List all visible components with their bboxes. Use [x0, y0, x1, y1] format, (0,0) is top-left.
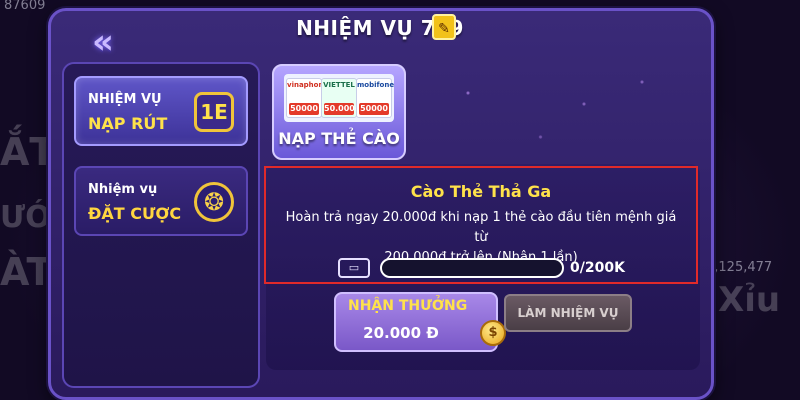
- progress-bar: [380, 258, 564, 278]
- phone-card: VIETTEL 50.000đ: [321, 78, 361, 118]
- progress-text: 0/200K: [570, 260, 625, 276]
- sidebar-item-label: Nhiệm vụ: [88, 182, 158, 197]
- jackpot-counter: 7,125,477: [706, 260, 773, 275]
- sparkle-decoration: [410, 60, 700, 170]
- reward-label: NHẬN THƯỞNG: [348, 298, 468, 314]
- coin-icon: $: [480, 320, 506, 346]
- sidebar-item-title: ĐẶT CƯỢC: [88, 204, 182, 223]
- tab-label: NẠP THẺ CÀO: [278, 129, 400, 148]
- card-hand-icon: ▭: [338, 258, 370, 278]
- scratch-cards-image: vinaphone 50000 VIETTEL 50.000đ mobifone…: [284, 74, 394, 122]
- mission-item: Cào Thẻ Thả Ga Hoàn trả ngay 20.000đ khi…: [264, 166, 698, 284]
- do-mission-button[interactable]: LÀM NHIỆM VỤ: [504, 294, 632, 332]
- sidebar-item-dat-cuoc[interactable]: Nhiệm vụ ĐẶT CƯỢC ❂: [74, 166, 248, 236]
- deposit-withdraw-icon: 1E: [194, 92, 234, 132]
- tab-nap-the-cao[interactable]: vinaphone 50000 VIETTEL 50.000đ mobifone…: [272, 64, 406, 160]
- back-button[interactable]: «: [74, 22, 132, 62]
- edit-icon: ✎: [432, 14, 456, 40]
- phone-card: vinaphone 50000: [286, 78, 328, 118]
- sidebar-item-nap-rut[interactable]: NHIỆM VỤ NẠP RÚT 1E: [74, 76, 248, 146]
- mission-title: Cào Thẻ Thả Ga: [410, 182, 552, 201]
- phone-card: mobifone 50000: [356, 78, 394, 118]
- background-game-text: Xỉu: [718, 280, 781, 320]
- sidebar-item-title: NẠP RÚT: [88, 114, 168, 133]
- reward-amount: 20.000 Đ: [363, 324, 439, 342]
- corner-counter: 87609: [4, 0, 46, 13]
- reward-display: NHẬN THƯỞNG 20.000 Đ $: [334, 292, 506, 352]
- sidebar-item-label: NHIỆM VỤ: [88, 92, 162, 107]
- chips-icon: ❂: [194, 182, 234, 222]
